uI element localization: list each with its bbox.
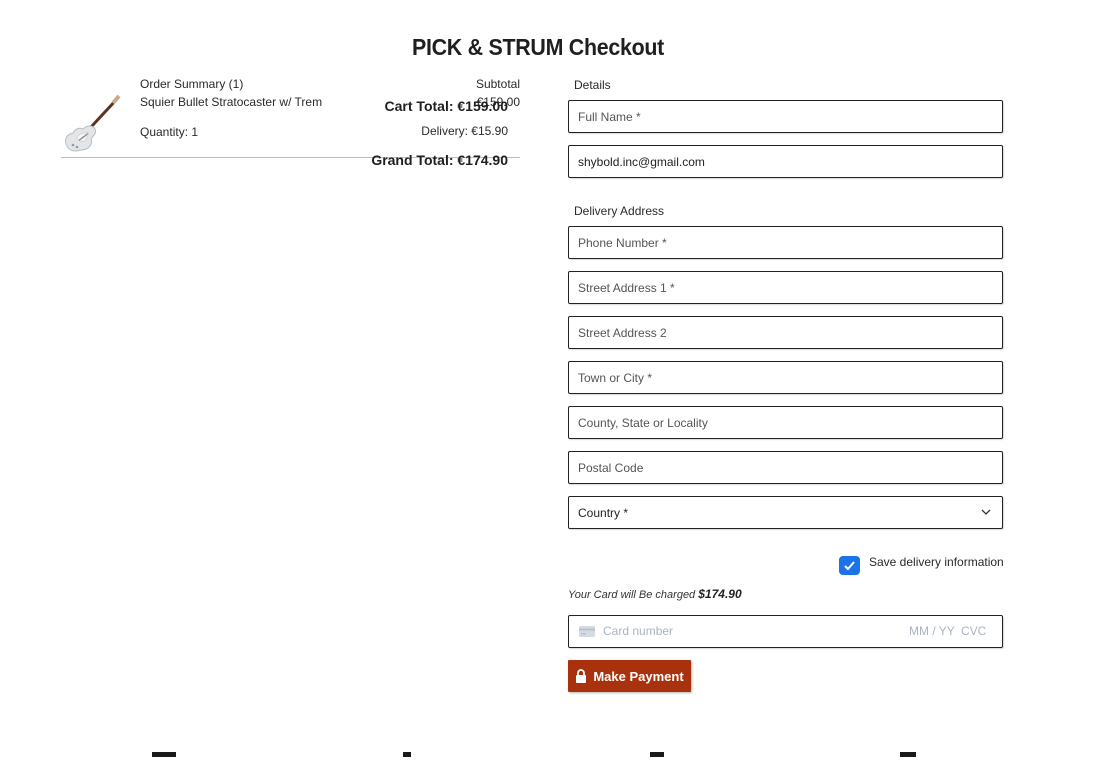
details-label: Details <box>574 78 611 92</box>
email-field[interactable] <box>568 145 1003 178</box>
charge-text: Your Card will Be charged <box>568 589 696 601</box>
postal-code-field[interactable] <box>568 451 1003 484</box>
page-title: PICK & STRUM Checkout <box>411 34 665 60</box>
order-summary-heading: Order Summary (1) <box>140 77 244 91</box>
full-name-field[interactable] <box>568 100 1003 133</box>
save-info-label: Save delivery information <box>869 555 1004 569</box>
product-name: Squier Bullet Stratocaster w/ Trem <box>140 95 323 109</box>
delivery-address-label: Delivery Address <box>574 204 665 218</box>
make-payment-label: Make Payment <box>593 668 684 684</box>
product-image <box>61 94 121 154</box>
card-number-input[interactable]: Card number <box>603 624 673 638</box>
street-address-2-field[interactable] <box>568 316 1003 349</box>
guitar-icon <box>61 94 121 154</box>
lock-icon <box>576 669 587 683</box>
town-field[interactable] <box>568 361 1003 394</box>
county-field[interactable] <box>568 406 1003 439</box>
country-select[interactable]: Country * <box>568 496 1003 529</box>
make-payment-button[interactable]: Make Payment <box>568 660 691 692</box>
save-info-checkbox[interactable] <box>839 556 860 575</box>
street-address-2-input[interactable] <box>569 317 1002 348</box>
checkmark-icon <box>844 561 855 571</box>
chevron-down-icon <box>981 509 991 515</box>
subtotal-label: Subtotal <box>475 77 520 91</box>
postal-code-input[interactable] <box>569 452 1002 483</box>
footer-heading-fragment <box>150 752 930 766</box>
street-address-1-field[interactable] <box>568 271 1003 304</box>
town-input[interactable] <box>569 362 1002 393</box>
delivery-cost: Delivery: €15.90 <box>421 124 508 138</box>
cart-total: Cart Total: €159.00 <box>384 98 508 114</box>
email-input[interactable] <box>569 146 1002 177</box>
card-expiry-input[interactable]: MM / YY <box>909 624 955 638</box>
card-element[interactable]: Card number MM / YY CVC <box>568 615 1003 648</box>
card-cvc-input[interactable]: CVC <box>961 624 986 638</box>
credit-card-icon <box>579 626 595 637</box>
full-name-input[interactable] <box>569 101 1002 132</box>
product-quantity: Quantity: 1 <box>140 125 199 139</box>
charge-notice: Your Card will Be charged $174.90 <box>568 587 742 601</box>
phone-input[interactable] <box>569 227 1002 258</box>
country-select-value: Country * <box>578 506 629 520</box>
phone-field[interactable] <box>568 226 1003 259</box>
charge-amount: $174.90 <box>698 587 742 601</box>
street-address-1-input[interactable] <box>569 272 1002 303</box>
grand-total: Grand Total: €174.90 <box>371 152 508 168</box>
county-input[interactable] <box>569 407 1002 438</box>
